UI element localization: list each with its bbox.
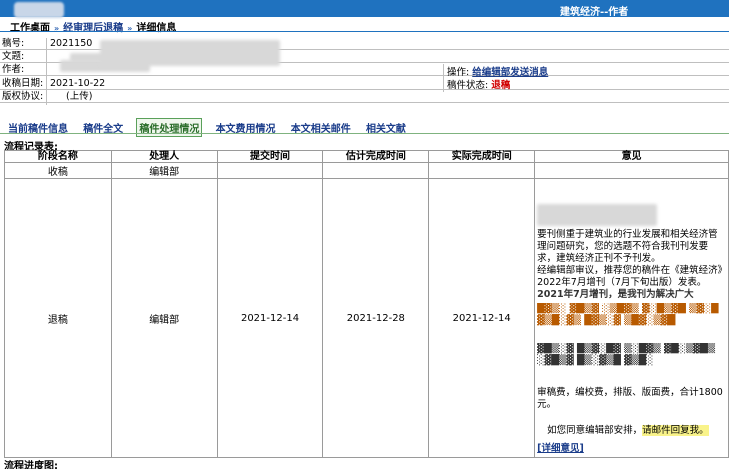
status-label: 稿件状态: <box>447 80 489 91</box>
copyright-upload-link[interactable]: (上传) <box>66 91 92 103</box>
flow-table: 阶段名称 处理人 提交时间 估计完成时间 实际完成时间 意见 收稿 编辑部 退稿… <box>4 150 729 458</box>
status-value: 退稿 <box>491 80 511 91</box>
submit-cell: 2021-12-14 <box>216 178 324 458</box>
table-row: 退稿 编辑部 2021-12-14 2021-12-28 2021-12-14 … <box>4 178 729 458</box>
opinion-p2: 经编辑部审议，推荐您的稿件在《建筑经济》2022年7月增刊（7月下旬出版）发表。 <box>537 265 723 288</box>
redacted-block <box>100 40 280 66</box>
logo <box>14 2 64 18</box>
stage-cell: 收稿 <box>4 162 112 179</box>
actual-cell: 2021-12-14 <box>428 178 536 458</box>
opinion-p5-highlight: 请邮件回复我。 <box>642 425 709 436</box>
id-label: 稿号: <box>2 38 25 49</box>
detail-opinion-link[interactable]: [详细意见] <box>537 443 726 455</box>
opinion-p1: 要刊侧重于建筑业的行业发展和相关经济管理问题研究，您的选题不符合我刊刊发要求，建… <box>537 229 718 264</box>
date-label: 收稿日期: <box>2 78 44 89</box>
divider <box>46 38 47 105</box>
redacted-opinion <box>537 204 658 226</box>
opinion-p3: 2021年7月增刊，是我刊为解决广大 <box>537 289 694 300</box>
opinion-p5-text: 如您同意编辑部安排， <box>547 425 643 436</box>
col-submit: 提交时间 <box>216 150 324 163</box>
opinion-garbled: █▓▒░ ▓█▒▓ ░▒█▓▒ ▓░█▒▓█ ▒▓░█ ▓▒█░▓▒ █▓▒░▓… <box>537 303 719 326</box>
table-header-row: 阶段名称 处理人 提交时间 估计完成时间 实际完成时间 意见 <box>4 150 729 163</box>
divider <box>0 133 729 134</box>
copyright-label: 版权协议: <box>2 91 44 102</box>
title-label: 文题: <box>2 51 25 62</box>
col-opinion: 意见 <box>534 150 729 163</box>
col-est: 估计完成时间 <box>322 150 430 163</box>
opinion-garbled: ▓█▒░▓ █▒▓░█▓ ▒░█▓▒ ▓█░▒▓█▒ ░▓█▒▓ █▒░▓▒█ … <box>537 343 716 366</box>
table-row: 收稿 编辑部 <box>4 162 729 179</box>
progress-title: 流程进度图: <box>4 461 58 469</box>
est-cell <box>322 162 430 179</box>
col-stage: 阶段名称 <box>4 150 112 163</box>
site-title: 建筑经济--作者 <box>560 7 629 18</box>
breadcrumb-home[interactable]: 工作桌面 <box>10 23 50 34</box>
tab-bar: 当前稿件信息 稿件全文 稿件处理情况 本文费用情况 本文相关邮件 相关文献 <box>6 118 416 137</box>
info-row-copyright: 版权协议: (上传) <box>0 91 729 103</box>
opinion-cell: 要刊侧重于建筑业的行业发展和相关经济管理问题研究，您的选题不符合我刊刊发要求，建… <box>534 178 729 458</box>
actual-cell <box>428 162 536 179</box>
opinion-p4: 审稿费，编校费，排版、版面费，合计1800元。 <box>537 387 723 410</box>
divider <box>0 31 729 32</box>
id-value: 2021150 <box>50 38 93 49</box>
date-value: 2021-10-22 <box>50 78 106 89</box>
breadcrumb-mid[interactable]: 经审理后退稿 <box>63 23 123 34</box>
author-label: 作者: <box>2 64 25 75</box>
handler-cell: 编辑部 <box>110 162 218 179</box>
submit-cell <box>216 162 324 179</box>
tab-processing[interactable]: 稿件处理情况 <box>136 118 203 137</box>
status-row: 稿件状态: 退稿 <box>447 80 510 92</box>
send-message-link[interactable]: 给编辑部发送消息 <box>472 67 548 78</box>
est-cell: 2021-12-28 <box>322 178 430 458</box>
opinion-cell <box>534 162 729 179</box>
top-banner: 建筑经济--作者 <box>0 0 729 18</box>
stage-cell: 退稿 <box>4 178 112 458</box>
operation-panel: 操作: 给编辑部发送消息 稿件状态: 退稿 <box>443 64 729 92</box>
handler-cell: 编辑部 <box>110 178 218 458</box>
col-handler: 处理人 <box>110 150 218 163</box>
col-actual: 实际完成时间 <box>428 150 536 163</box>
operation-row: 操作: 给编辑部发送消息 <box>447 67 548 79</box>
operation-label: 操作: <box>447 67 470 78</box>
opinion-p5: 如您同意编辑部安排，请邮件回复我。 <box>537 425 726 437</box>
breadcrumb-current: 详细信息 <box>136 23 177 34</box>
